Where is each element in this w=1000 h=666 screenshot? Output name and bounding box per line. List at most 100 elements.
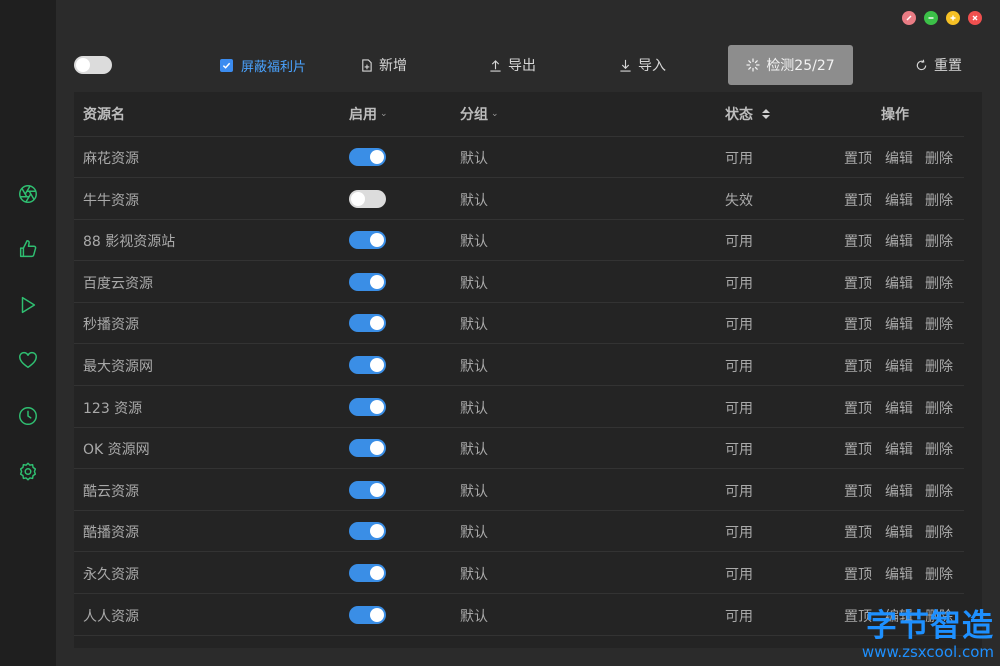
pin-window-button[interactable] [902, 11, 916, 25]
status-value: 可用 [725, 234, 753, 251]
import-button[interactable]: 导入 [619, 54, 666, 76]
toggle-knob [370, 316, 384, 331]
toggle-knob [370, 566, 384, 580]
delete-link[interactable]: 删除 [925, 564, 953, 584]
group-value: 默认 [460, 567, 488, 583]
group-value: 默认 [460, 151, 488, 167]
status-value: 可用 [725, 483, 753, 500]
delete-link[interactable]: 删除 [925, 522, 953, 542]
table-row: 麻花资源 默认 可用 置顶 编辑 删除 [74, 136, 964, 178]
settings-icon[interactable] [16, 460, 40, 484]
delete-link[interactable]: 删除 [925, 148, 953, 168]
edit-link[interactable]: 编辑 [885, 564, 913, 584]
plus-icon [950, 15, 956, 21]
table-row: 88 影视资源站 默认 可用 置顶 编辑 删除 [74, 219, 964, 262]
play-icon[interactable] [16, 293, 40, 317]
group-value: 默认 [460, 525, 488, 542]
delete-link[interactable]: 删除 [925, 273, 953, 293]
status-value: 可用 [725, 317, 753, 334]
enable-toggle[interactable] [349, 148, 386, 166]
status-value: 可用 [725, 567, 753, 583]
group-value: 默认 [460, 192, 488, 209]
edit-link[interactable]: 编辑 [885, 522, 913, 542]
sort-icon[interactable] [761, 108, 771, 120]
header-status[interactable]: 状态 [725, 104, 771, 124]
delete-link[interactable]: 删除 [925, 439, 953, 459]
source-name: 最大资源网 [83, 359, 153, 375]
source-name: 永久资源 [83, 567, 139, 583]
enable-toggle[interactable] [349, 189, 386, 208]
delete-link[interactable]: 删除 [925, 356, 953, 376]
pin-top-link[interactable]: 置顶 [844, 148, 872, 168]
enable-toggle[interactable] [349, 439, 386, 458]
pin-top-link[interactable]: 置顶 [844, 356, 872, 376]
export-button[interactable]: 导出 [489, 54, 536, 76]
edit-link[interactable]: 编辑 [885, 273, 913, 293]
import-label: 导入 [638, 58, 666, 74]
thumbs-up-icon[interactable] [16, 237, 40, 261]
edit-link[interactable]: 编辑 [885, 356, 913, 376]
pin-top-link[interactable]: 置顶 [844, 522, 872, 542]
enable-toggle[interactable] [349, 605, 386, 624]
enable-toggle[interactable] [349, 314, 386, 333]
table-row: 永久资源 默认 可用 置顶 编辑 删除 [74, 552, 964, 594]
pin-icon [906, 15, 912, 21]
edit-link[interactable]: 编辑 [885, 439, 913, 459]
toggle-knob [351, 191, 365, 206]
edit-link[interactable]: 编辑 [885, 398, 913, 418]
enable-toggle[interactable] [349, 522, 386, 541]
loading-spinner-icon [746, 58, 760, 72]
edit-link[interactable]: 编辑 [885, 148, 913, 168]
delete-link[interactable]: 删除 [925, 314, 953, 334]
aperture-icon[interactable] [16, 182, 40, 206]
status-value: 可用 [725, 275, 753, 292]
pin-top-link[interactable]: 置顶 [844, 398, 872, 418]
detect-label: 检测25/27 [766, 58, 835, 74]
reset-button[interactable]: 重置 [915, 54, 962, 76]
group-value: 默认 [460, 275, 488, 292]
minimize-window-button[interactable] [924, 11, 938, 25]
block-adult-checkbox[interactable]: 屏蔽福利片 [220, 57, 306, 75]
delete-link[interactable]: 删除 [925, 231, 953, 251]
close-window-button[interactable] [968, 11, 982, 25]
chevron-down-icon: ⌄ [380, 109, 388, 119]
enable-toggle[interactable] [349, 480, 386, 499]
maximize-window-button[interactable] [946, 11, 960, 25]
pin-top-link[interactable]: 置顶 [844, 564, 872, 584]
heart-icon[interactable] [16, 348, 40, 372]
header-group[interactable]: 分组 ⌄ [460, 104, 499, 124]
enable-toggle[interactable] [349, 397, 386, 416]
header-actions: 操作 [881, 107, 909, 123]
detect-button[interactable]: 检测25/27 [728, 45, 853, 85]
delete-link[interactable]: 删除 [925, 398, 953, 418]
edit-link[interactable]: 编辑 [885, 481, 913, 501]
upload-icon [490, 59, 501, 72]
export-label: 导出 [508, 58, 536, 74]
toggle-knob [370, 274, 384, 289]
pin-top-link[interactable]: 置顶 [844, 231, 872, 251]
source-name: 百度云资源 [83, 275, 153, 292]
pin-top-link[interactable]: 置顶 [844, 439, 872, 459]
watermark-logo: 字节智造 [866, 608, 994, 644]
header-enabled[interactable]: 启用 ⌄ [349, 104, 388, 124]
enable-toggle[interactable] [349, 272, 386, 291]
edit-link[interactable]: 编辑 [885, 231, 913, 251]
pin-top-link[interactable]: 置顶 [844, 273, 872, 293]
edit-link[interactable]: 编辑 [885, 190, 913, 210]
enable-toggle[interactable] [349, 564, 386, 582]
delete-link[interactable]: 删除 [925, 190, 953, 210]
pin-top-link[interactable]: 置顶 [844, 314, 872, 334]
enable-toggle[interactable] [349, 231, 386, 250]
status-value: 可用 [725, 608, 753, 625]
edit-link[interactable]: 编辑 [885, 314, 913, 334]
enable-toggle[interactable] [349, 356, 386, 374]
toggle-knob [370, 358, 384, 372]
pin-top-link[interactable]: 置顶 [844, 190, 872, 210]
clock-icon[interactable] [16, 404, 40, 428]
table-row: 百度云资源 默认 可用 置顶 编辑 删除 [74, 261, 964, 303]
group-value: 默认 [460, 359, 488, 375]
pin-top-link[interactable]: 置顶 [844, 481, 872, 501]
add-button[interactable]: 新增 [360, 54, 407, 76]
master-toggle[interactable] [74, 56, 112, 74]
delete-link[interactable]: 删除 [925, 481, 953, 501]
